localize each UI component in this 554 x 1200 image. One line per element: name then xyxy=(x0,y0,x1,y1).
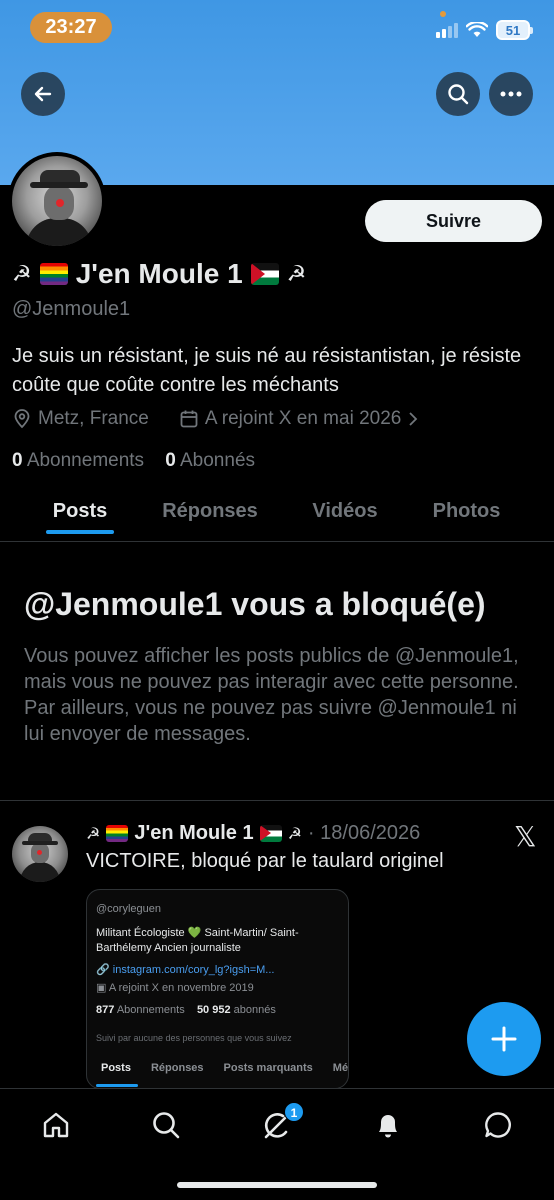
arrow-left-icon xyxy=(34,86,52,102)
embed-bio: Militant Écologiste 💚 Saint-Martin/ Sain… xyxy=(96,927,299,954)
bell-icon xyxy=(379,1115,397,1138)
post-header: ☭ J'en Moule 1 ☭ · 18/06/2026 xyxy=(86,822,420,845)
embed-counts: 877 Abonnements 50 952 abonnés xyxy=(96,1004,276,1016)
x-logo-icon: 𝕏 xyxy=(514,820,537,853)
search-button[interactable] xyxy=(436,72,480,116)
hammer-sickle-symbol: ☭ xyxy=(86,825,101,843)
message-bubble-icon xyxy=(485,1112,511,1138)
followers-link[interactable]: 0 Abonnés xyxy=(165,450,255,471)
tab-videos[interactable]: Vidéos xyxy=(309,488,381,534)
wifi-icon xyxy=(466,22,488,37)
calendar-icon xyxy=(180,410,198,428)
post-text: VICTOIRE, bloqué par le taulard originel xyxy=(86,850,444,872)
profile-meta: Metz, France A rejoint X en mai 2026 xyxy=(12,408,419,430)
privacy-indicator-dot xyxy=(440,11,446,17)
search-icon xyxy=(448,84,469,105)
cellular-signal-icon xyxy=(436,22,458,38)
post-author-name[interactable]: J'en Moule 1 xyxy=(134,822,253,845)
profile-handle: @Jenmoule1 xyxy=(12,298,131,320)
profile-avatar[interactable] xyxy=(8,152,106,250)
embed-link: 🔗 instagram.com/cory_lg?igsh=M... xyxy=(96,964,275,976)
hammer-sickle-symbol: ☭ xyxy=(287,825,302,843)
back-button[interactable] xyxy=(21,72,65,116)
plus-icon xyxy=(491,1026,517,1052)
home-icon xyxy=(43,1112,69,1138)
compose-post-button[interactable] xyxy=(467,1002,541,1076)
profile-location: Metz, France xyxy=(38,408,149,429)
search-icon xyxy=(153,1112,180,1139)
grok-badge: 1 xyxy=(284,1102,304,1122)
post-image[interactable]: @coryleguen Militant Écologiste 💚 Saint-… xyxy=(86,889,349,1089)
hammer-sickle-symbol: ☭ xyxy=(286,261,307,286)
more-options-button[interactable] xyxy=(489,72,533,116)
location-pin-icon xyxy=(14,409,30,429)
nav-home[interactable] xyxy=(36,1105,76,1145)
rainbow-flag-icon xyxy=(106,825,129,842)
post-author-avatar[interactable] xyxy=(12,826,68,882)
tab-photos[interactable]: Photos xyxy=(429,488,504,534)
profile-joined-date[interactable]: A rejoint X en mai 2026 xyxy=(205,408,401,430)
embed-tab-underline xyxy=(96,1084,138,1087)
nav-notifications[interactable] xyxy=(368,1105,408,1145)
embed-handle: @coryleguen xyxy=(96,903,161,915)
tab-posts[interactable]: Posts xyxy=(46,488,114,534)
follow-button[interactable]: Suivre xyxy=(365,200,542,242)
embed-note: Suivi par aucune des personnes que vous … xyxy=(96,1033,292,1043)
battery-icon: 51 xyxy=(496,20,533,40)
embed-tabs: Posts Réponses Posts marquants Mé xyxy=(101,1062,349,1074)
hammer-sickle-symbol: ☭ xyxy=(12,261,32,286)
blocked-notice-text: Vous pouvez afficher les posts publics d… xyxy=(24,645,519,745)
status-time: 23:27 xyxy=(30,12,112,43)
section-divider xyxy=(0,800,554,801)
display-name-text: J'en Moule 1 xyxy=(75,258,243,289)
profile-follow-counts: 0 Abonnements 0 Abonnés xyxy=(12,450,255,472)
embed-joined: ▣ A rejoint X en novembre 2019 xyxy=(96,982,254,994)
chevron-right-icon xyxy=(409,412,418,426)
profile-bio: Je suis un résistant, je suis né au rési… xyxy=(12,345,522,396)
profile-display-name: ☭ J'en Moule 1 ☭ xyxy=(12,258,306,290)
jordan-flag-icon xyxy=(250,263,279,285)
status-icons: 51 xyxy=(436,20,533,40)
nav-messages[interactable] xyxy=(478,1105,518,1145)
battery-level: 51 xyxy=(505,22,521,38)
post-date[interactable]: · 18/06/2026 xyxy=(308,822,420,845)
rainbow-flag-icon xyxy=(39,263,68,285)
profile-tabs: Posts Réponses Vidéos Photos xyxy=(0,488,554,542)
jordan-flag-icon xyxy=(259,825,282,842)
blocked-notice-title: @Jenmoule1 vous a bloqué(e) xyxy=(24,586,486,622)
home-indicator xyxy=(177,1182,377,1188)
tab-replies[interactable]: Réponses xyxy=(159,488,261,534)
avatar-image xyxy=(12,156,102,246)
following-link[interactable]: 0 Abonnements xyxy=(12,450,144,471)
nav-search[interactable] xyxy=(146,1105,186,1145)
more-dots-icon xyxy=(500,91,522,97)
